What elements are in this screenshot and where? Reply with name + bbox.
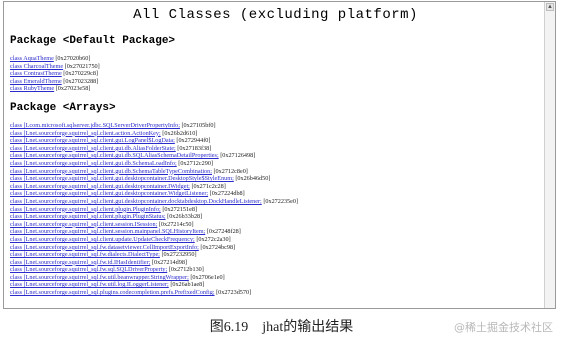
class-list-item: class [Lnet.sourceforge.squirrel_sql.fw.…: [10, 281, 298, 289]
class-address: [0x26b46d50]: [235, 175, 271, 183]
vertical-scrollbar[interactable]: ▲: [544, 2, 555, 308]
class-address: [0x27021750]: [64, 62, 100, 70]
class-address: [0x2724bc98]: [200, 243, 236, 251]
class-address: [0x27232950]: [161, 251, 197, 259]
class-link[interactable]: class [Lnet.sourceforge.squirrel_sql.cli…: [10, 206, 161, 213]
class-link[interactable]: class [Lnet.sourceforge.squirrel_sql.cli…: [10, 190, 208, 197]
class-link[interactable]: class ContrastTheme: [10, 70, 62, 77]
class-list-item: class [Lnet.sourceforge.squirrel_sql.cli…: [10, 236, 298, 244]
class-address: [0x272151e8]: [162, 205, 198, 213]
class-list-item: class [Lnet.sourceforge.squirrel_sql.fw.…: [10, 251, 298, 259]
class-list-item: class [Lnet.sourceforge.squirrel_sql.plu…: [10, 289, 298, 297]
class-address: [0x26ab1ae8]: [170, 281, 205, 289]
class-link[interactable]: class [Lnet.sourceforge.squirrel_sql.cli…: [10, 160, 177, 167]
class-address: [0x26b2d610]: [162, 129, 198, 137]
class-address: [0x271c2c28]: [191, 182, 226, 190]
class-list-item: class [Lnet.sourceforge.squirrel_sql.fw.…: [10, 274, 298, 282]
class-link[interactable]: class [Lnet.sourceforge.squirrel_sql.cli…: [10, 213, 166, 220]
class-list-item: class [Lnet.sourceforge.squirrel_sql.cli…: [10, 198, 298, 206]
class-link[interactable]: class [Lnet.sourceforge.squirrel_sql.cli…: [10, 236, 195, 243]
class-address: [0x2706e1e0]: [190, 273, 225, 281]
class-link[interactable]: class [Lnet.sourceforge.squirrel_sql.fw.…: [10, 266, 167, 273]
class-link[interactable]: class [Lnet.sourceforge.squirrel_sql.fw.…: [10, 281, 169, 288]
class-address: [0x27214c50]: [158, 220, 194, 228]
scroll-up-arrow-icon[interactable]: ▲: [546, 3, 554, 11]
class-link[interactable]: class CharcoalTheme: [10, 63, 63, 70]
class-link[interactable]: class [Lnet.sourceforge.squirrel_sql.cli…: [10, 168, 212, 175]
class-link[interactable]: class [Lnet.sourceforge.squirrel_sql.cli…: [10, 228, 205, 235]
class-list-item: class [Lnet.sourceforge.squirrel_sql.cli…: [10, 190, 298, 198]
class-list-item: class [Lnet.sourceforge.squirrel_sql.cli…: [10, 228, 298, 236]
class-address: [0x272235e0]: [263, 197, 299, 205]
class-link[interactable]: class [Lnet.sourceforge.squirrel_sql.fw.…: [10, 274, 189, 281]
class-list-item: class [Lnet.sourceforge.squirrel_sql.cli…: [10, 221, 298, 229]
class-link[interactable]: class [Lnet.sourceforge.squirrel_sql.cli…: [10, 130, 161, 137]
default-package-class-list: class AquaTheme [0x27020b60] class Charco…: [10, 55, 100, 93]
class-list-item: class [Lnet.sourceforge.squirrel_sql.cli…: [10, 183, 298, 191]
class-list-item: class [Lnet.sourceforge.squirrel_sql.cli…: [10, 160, 298, 168]
class-list-item: class [Lnet.sourceforge.squirrel_sql.cli…: [10, 130, 298, 138]
class-list-item: class AquaTheme [0x27020b60]: [10, 55, 100, 63]
class-list-item: class [Lnet.sourceforge.squirrel_sql.cli…: [10, 145, 298, 153]
class-list-item: class [Lnet.sourceforge.squirrel_sql.cli…: [10, 206, 298, 214]
class-link[interactable]: class [Lnet.sourceforge.squirrel_sql.fw.…: [10, 244, 199, 251]
arrays-class-list: class [Lcom.microsoft.sqlserver.jdbc.SQL…: [10, 122, 298, 297]
class-address: [0x2712b130]: [168, 266, 204, 274]
class-link[interactable]: class [Lnet.sourceforge.squirrel_sql.plu…: [10, 289, 215, 296]
class-address: [0x27023e58]: [55, 85, 91, 93]
class-address: [0x270229c8]: [63, 70, 98, 78]
class-list-item: class [Lnet.sourceforge.squirrel_sql.fw.…: [10, 266, 298, 274]
class-address: [0x272c2a30]: [196, 235, 231, 243]
class-link[interactable]: class [Lnet.sourceforge.squirrel_sql.cli…: [10, 137, 175, 144]
class-link[interactable]: class [Lnet.sourceforge.squirrel_sql.cli…: [10, 175, 234, 182]
class-address: [0x27023288]: [63, 77, 99, 85]
class-list-item: class [Lnet.sourceforge.squirrel_sql.cli…: [10, 137, 298, 145]
page-content: All Classes (excluding platform) Package…: [10, 2, 541, 296]
class-list-item: class RubyTheme [0x27023e58]: [10, 85, 100, 93]
class-list-item: class [Lnet.sourceforge.squirrel_sql.fw.…: [10, 259, 298, 267]
class-list-item: class [Lnet.sourceforge.squirrel_sql.cli…: [10, 175, 298, 183]
class-list-item: class [Lnet.sourceforge.squirrel_sql.cli…: [10, 213, 298, 221]
class-list-item: class [Lnet.sourceforge.squirrel_sql.cli…: [10, 152, 298, 160]
class-address: [0x27126498]: [220, 152, 256, 160]
browser-page-frame: All Classes (excluding platform) Package…: [3, 1, 556, 309]
class-link[interactable]: class [Lnet.sourceforge.squirrel_sql.cli…: [10, 183, 190, 190]
class-list-item: class ContrastTheme [0x270229c8]: [10, 70, 100, 78]
class-address: [0x272944f0]: [176, 137, 211, 145]
class-address: [0x27224db8]: [209, 190, 245, 198]
class-address: [0x27214d98]: [151, 258, 187, 266]
class-link[interactable]: class [Lnet.sourceforge.squirrel_sql.cli…: [10, 221, 157, 228]
class-address: [0x27105bf0]: [181, 122, 216, 129]
class-address: [0x2712c290]: [178, 159, 213, 167]
class-link[interactable]: class [Lnet.sourceforge.squirrel_sql.cli…: [10, 198, 262, 205]
class-link[interactable]: class [Lnet.sourceforge.squirrel_sql.cli…: [10, 152, 219, 159]
class-link[interactable]: class [Lnet.sourceforge.squirrel_sql.fw.…: [10, 259, 150, 266]
class-list-item: class CharcoalTheme [0x27021750]: [10, 63, 100, 71]
section-title-arrays: Package <Arrays>: [10, 102, 116, 114]
class-address: [0x2712c8e0]: [213, 167, 248, 175]
class-address: [0x27020b60]: [55, 55, 91, 62]
class-address: [0x26b33b28]: [167, 213, 203, 221]
class-link[interactable]: class AquaTheme: [10, 55, 54, 62]
section-title-default-package: Package <Default Package>: [10, 35, 176, 47]
class-list-item: class [Lnet.sourceforge.squirrel_sql.fw.…: [10, 244, 298, 252]
watermark: @稀土掘金技术社区: [454, 321, 553, 334]
class-list-item: class [Lcom.microsoft.sqlserver.jdbc.SQL…: [10, 122, 298, 130]
class-list-item: class [Lnet.sourceforge.squirrel_sql.cli…: [10, 168, 298, 176]
class-address: [0x27248f28]: [206, 228, 241, 236]
class-link[interactable]: class [Lnet.sourceforge.squirrel_sql.cli…: [10, 145, 176, 152]
class-link[interactable]: class [Lcom.microsoft.sqlserver.jdbc.SQL…: [10, 122, 180, 129]
class-address: [0x27183f38]: [177, 144, 212, 152]
class-link[interactable]: class [Lnet.sourceforge.squirrel_sql.fw.…: [10, 251, 160, 258]
class-link[interactable]: class RubyTheme: [10, 85, 54, 92]
class-list-item: class EmeraldTheme [0x27023288]: [10, 78, 100, 86]
class-address: [0x2723d570]: [216, 289, 252, 297]
class-link[interactable]: class EmeraldTheme: [10, 78, 62, 85]
page-title: All Classes (excluding platform): [133, 7, 418, 23]
